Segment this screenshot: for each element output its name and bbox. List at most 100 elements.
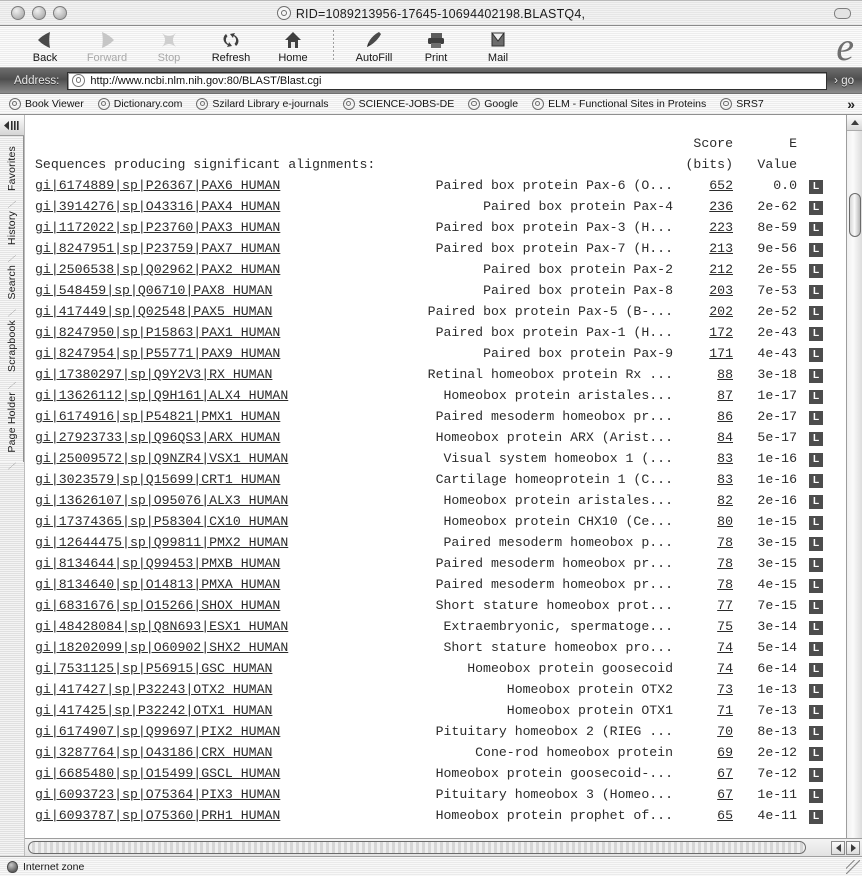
- back-button[interactable]: Back: [14, 28, 76, 64]
- score-link[interactable]: 202: [709, 304, 733, 319]
- linkout-badge[interactable]: L: [809, 285, 823, 299]
- resize-grip[interactable]: [846, 860, 860, 874]
- linkout-badge[interactable]: L: [809, 684, 823, 698]
- score-link[interactable]: 74: [717, 661, 733, 676]
- score-link[interactable]: 71: [717, 703, 733, 718]
- accession-link[interactable]: gi|27923733|sp|Q96QS3|ARX_HUMAN: [35, 430, 280, 445]
- accession-link[interactable]: gi|6831676|sp|O15266|SHOX_HUMAN: [35, 598, 280, 613]
- bookmark-item[interactable]: Szilard Library e-journals: [196, 98, 329, 110]
- scroll-left-button[interactable]: [831, 840, 845, 855]
- linkout-badge[interactable]: L: [809, 600, 823, 614]
- linkout-badge[interactable]: L: [809, 264, 823, 278]
- bookmark-item[interactable]: ELM - Functional Sites in Proteins: [532, 98, 706, 110]
- linkout-badge[interactable]: L: [809, 789, 823, 803]
- score-link[interactable]: 84: [717, 430, 733, 445]
- score-link[interactable]: 75: [717, 619, 733, 634]
- accession-link[interactable]: gi|3023579|sp|Q15699|CRT1_HUMAN: [35, 472, 280, 487]
- bookmarks-overflow-icon[interactable]: »: [847, 97, 855, 111]
- score-link[interactable]: 652: [709, 178, 733, 193]
- linkout-badge[interactable]: L: [809, 348, 823, 362]
- toolbar-toggle-button[interactable]: [834, 7, 851, 19]
- accession-link[interactable]: gi|8134644|sp|Q99453|PMXB_HUMAN: [35, 556, 280, 571]
- accession-link[interactable]: gi|2506538|sp|Q02962|PAX2_HUMAN: [35, 262, 280, 277]
- accession-link[interactable]: gi|8247954|sp|P55771|PAX9_HUMAN: [35, 346, 280, 361]
- score-link[interactable]: 171: [709, 346, 733, 361]
- accession-link[interactable]: gi|417425|sp|P32242|OTX1_HUMAN: [35, 703, 272, 718]
- score-link[interactable]: 74: [717, 640, 733, 655]
- accession-link[interactable]: gi|6093723|sp|O75364|PIX3_HUMAN: [35, 787, 280, 802]
- linkout-badge[interactable]: L: [809, 642, 823, 656]
- linkout-badge[interactable]: L: [809, 495, 823, 509]
- linkout-badge[interactable]: L: [809, 180, 823, 194]
- score-link[interactable]: 212: [709, 262, 733, 277]
- accession-link[interactable]: gi|3914276|sp|O43316|PAX4_HUMAN: [35, 199, 280, 214]
- accession-link[interactable]: gi|6174907|sp|Q99697|PIX2_HUMAN: [35, 724, 280, 739]
- accession-link[interactable]: gi|8247950|sp|P15863|PAX1_HUMAN: [35, 325, 280, 340]
- scroll-right-button[interactable]: [846, 840, 860, 855]
- score-link[interactable]: 67: [717, 787, 733, 802]
- linkout-badge[interactable]: L: [809, 726, 823, 740]
- linkout-badge[interactable]: L: [809, 705, 823, 719]
- accession-link[interactable]: gi|8134640|sp|O14813|PMXA_HUMAN: [35, 577, 280, 592]
- linkout-badge[interactable]: L: [809, 747, 823, 761]
- linkout-badge[interactable]: L: [809, 432, 823, 446]
- score-link[interactable]: 69: [717, 745, 733, 760]
- score-link[interactable]: 73: [717, 682, 733, 697]
- accession-link[interactable]: gi|417449|sp|Q02548|PAX5_HUMAN: [35, 304, 272, 319]
- mail-button[interactable]: Mail: [467, 28, 529, 64]
- linkout-badge[interactable]: L: [809, 537, 823, 551]
- sidebar-tab-search[interactable]: Search: [6, 255, 18, 309]
- linkout-badge[interactable]: L: [809, 579, 823, 593]
- score-link[interactable]: 67: [717, 766, 733, 781]
- linkout-badge[interactable]: L: [809, 474, 823, 488]
- accession-link[interactable]: gi|8247951|sp|P23759|PAX7_HUMAN: [35, 241, 280, 256]
- vertical-scrollbar[interactable]: [846, 115, 862, 856]
- score-link[interactable]: 203: [709, 283, 733, 298]
- bookmark-item[interactable]: SRS7: [720, 98, 764, 110]
- linkout-badge[interactable]: L: [809, 810, 823, 824]
- go-button[interactable]: › go: [834, 75, 854, 87]
- home-button[interactable]: Home: [262, 28, 324, 64]
- accession-link[interactable]: gi|17374365|sp|P58304|CX10_HUMAN: [35, 514, 288, 529]
- score-link[interactable]: 80: [717, 514, 733, 529]
- bookmark-item[interactable]: Book Viewer: [9, 98, 84, 110]
- linkout-badge[interactable]: L: [809, 243, 823, 257]
- accession-link[interactable]: gi|7531125|sp|P56915|GSC_HUMAN: [35, 661, 272, 676]
- accession-link[interactable]: gi|1172022|sp|P23760|PAX3_HUMAN: [35, 220, 280, 235]
- linkout-badge[interactable]: L: [809, 327, 823, 341]
- accession-link[interactable]: gi|12644475|sp|Q99811|PMX2_HUMAN: [35, 535, 288, 550]
- close-button[interactable]: [11, 6, 25, 20]
- vertical-scroll-thumb[interactable]: [849, 193, 861, 237]
- accession-link[interactable]: gi|17380297|sp|Q9Y2V3|RX_HUMAN: [35, 367, 272, 382]
- linkout-badge[interactable]: L: [809, 222, 823, 236]
- accession-link[interactable]: gi|417427|sp|P32243|OTX2_HUMAN: [35, 682, 272, 697]
- linkout-badge[interactable]: L: [809, 768, 823, 782]
- score-link[interactable]: 78: [717, 535, 733, 550]
- score-link[interactable]: 82: [717, 493, 733, 508]
- accession-link[interactable]: gi|18202099|sp|O60902|SHX2_HUMAN: [35, 640, 288, 655]
- score-link[interactable]: 78: [717, 577, 733, 592]
- accession-link[interactable]: gi|6174916|sp|P54821|PMX1_HUMAN: [35, 409, 280, 424]
- collapse-sidebar-icon[interactable]: [0, 115, 24, 136]
- linkout-badge[interactable]: L: [809, 516, 823, 530]
- score-link[interactable]: 77: [717, 598, 733, 613]
- score-link[interactable]: 83: [717, 472, 733, 487]
- accession-link[interactable]: gi|13626112|sp|Q9H161|ALX4_HUMAN: [35, 388, 288, 403]
- linkout-badge[interactable]: L: [809, 621, 823, 635]
- horizontal-scroll-thumb[interactable]: [28, 841, 806, 854]
- score-link[interactable]: 236: [709, 199, 733, 214]
- score-link[interactable]: 87: [717, 388, 733, 403]
- scroll-up-button[interactable]: [847, 115, 862, 131]
- accession-link[interactable]: gi|6685480|sp|O15499|GSCL_HUMAN: [35, 766, 280, 781]
- accession-link[interactable]: gi|6174889|sp|P26367|PAX6_HUMAN: [35, 178, 280, 193]
- linkout-badge[interactable]: L: [809, 390, 823, 404]
- score-link[interactable]: 86: [717, 409, 733, 424]
- linkout-badge[interactable]: L: [809, 411, 823, 425]
- score-link[interactable]: 88: [717, 367, 733, 382]
- address-input[interactable]: http://www.ncbi.nlm.nih.gov:80/BLAST/Bla…: [67, 71, 828, 90]
- accession-link[interactable]: gi|3287764|sp|O43186|CRX_HUMAN: [35, 745, 272, 760]
- sidebar-tab-history[interactable]: History: [6, 201, 18, 255]
- sidebar-tab-page-holder[interactable]: Page Holder: [6, 382, 18, 463]
- sidebar-tab-favorites[interactable]: Favorites: [6, 136, 18, 201]
- sidebar-tab-scrapbook[interactable]: Scrapbook: [6, 310, 18, 382]
